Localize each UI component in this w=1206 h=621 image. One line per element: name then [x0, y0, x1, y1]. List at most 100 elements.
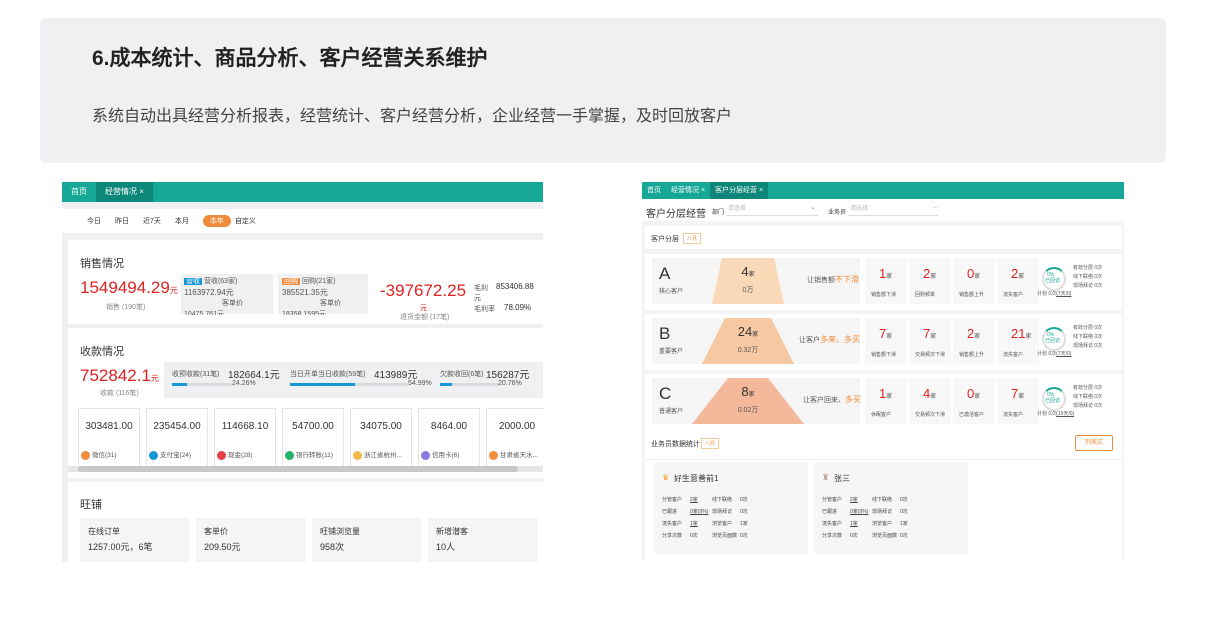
- segment-stat-value: 1家: [879, 386, 893, 401]
- segment-stat-value: 21家: [1011, 326, 1032, 341]
- segment-stat-value: 2家: [923, 266, 937, 281]
- shop-stat-label: 新增潜客: [436, 527, 468, 536]
- segment-stat-value: 2家: [967, 326, 981, 341]
- payment-label: 微信(31): [81, 449, 117, 460]
- segment-row: C 普通客户 8家 0.02万 让客户回来、多买 1家 休眠客户 4家 交易频次下滑 0家 已激活客…: [645, 374, 1122, 430]
- plan-text: 计划 0次(7天/0): [1037, 291, 1072, 297]
- staff-stat-row: 流失客户 1家 浏览客户 1家: [822, 521, 908, 527]
- plan-text: 计划 0次(7天/0): [1037, 351, 1072, 357]
- segment-amount: 0.32万: [737, 347, 759, 354]
- segment-letter: A: [659, 264, 671, 283]
- payment-card[interactable]: 2000.00 甘肃省天水...: [486, 408, 543, 468]
- payment-card[interactable]: 114668.10 现金(28): [214, 408, 276, 468]
- customer-segment-screen: 首页 经营情况 × 客户分层经营 × 客户分层经营 部门 请选择 ⌄ 业务员 请…: [642, 182, 1124, 560]
- tab-business-right[interactable]: 经营情况 ×: [666, 182, 710, 199]
- staff-name: 张三: [834, 474, 850, 483]
- tab-business[interactable]: 经营情况 ×: [96, 182, 153, 202]
- plan-link[interactable]: (7天/0): [1056, 291, 1071, 297]
- segment-stat-label: 销售额下滑: [871, 292, 897, 298]
- segment-stat[interactable]: 7家交易频次下滑: [909, 318, 951, 364]
- segment-stat[interactable]: 21家 流失客户: [997, 318, 1039, 364]
- filter-custom[interactable]: 自定义: [235, 216, 256, 226]
- segment-stat-label: 休眠客户: [871, 412, 892, 418]
- segment-stat-value: 7家: [879, 326, 893, 341]
- payment-method-icon: [81, 450, 90, 460]
- segment-stat[interactable]: 4家 交易频次下滑: [909, 378, 951, 424]
- segment-stat[interactable]: 2家回购频率: [909, 258, 951, 304]
- segment-stat[interactable]: 0家销售额上升: [953, 258, 995, 304]
- filter-month[interactable]: 本月: [175, 216, 189, 226]
- filter-yesterday[interactable]: 昨日: [115, 216, 129, 226]
- segment-stat-value: 1家: [879, 266, 893, 281]
- prepay-progress: [172, 383, 232, 386]
- horizontal-scrollbar[interactable]: [68, 466, 543, 472]
- payment-card[interactable]: 34075.00 浙江省杭州...: [350, 408, 412, 468]
- page-title: 客户分层经营: [646, 209, 706, 220]
- segment-stat[interactable]: 1家销售额下滑: [865, 258, 907, 304]
- payment-card[interactable]: 303481.00 微信(31): [78, 408, 140, 468]
- gross-profit: 853406.88: [496, 282, 534, 291]
- staff-card: ♜ 张三 分管客户 2家 线下联络 0次 已跟进 0家(0%) 现场拜访 0次 流失客户 1家 浏览客户…: [814, 462, 968, 554]
- plan-text: 计划 0次(15天/0): [1037, 411, 1075, 417]
- segment-stat[interactable]: 7家 销售额下滑: [865, 318, 907, 364]
- payment-label: 浙江省杭州...: [353, 449, 402, 460]
- payment-card[interactable]: 54700.00 银行转账(11): [282, 408, 344, 468]
- filter-7days[interactable]: 近7天: [143, 216, 161, 226]
- shop-stat: 新增潜客 10人: [428, 518, 538, 562]
- segment-stat-value: 7家: [923, 326, 937, 341]
- segment-stat-label: 回购频率: [915, 292, 936, 298]
- segment-stat[interactable]: 2家 销售额上升: [953, 318, 995, 364]
- list-view-button[interactable]: 列表式: [1075, 435, 1113, 451]
- shop-stat-label: 在线订单: [88, 527, 120, 536]
- shop-stat-value: 958次: [320, 542, 345, 552]
- filter-today[interactable]: 今日: [87, 216, 101, 226]
- business-overview-screen: 首页 经营情况 × 今日 昨日 近7天 本月 本年 自定义 销售情况 15494…: [62, 182, 543, 562]
- banner-description: 系统自动出具经营分析报表，经营统计、客户经营分析，企业经营一手掌握，及时回放客户: [92, 108, 733, 125]
- dept-select[interactable]: 请选择: [726, 203, 818, 216]
- segment-stat-value: 4家: [923, 386, 937, 401]
- tab-home-right[interactable]: 首页: [642, 182, 666, 199]
- tab-segment[interactable]: 客户分层经营 ×: [710, 182, 769, 199]
- segment-row: A 核心客户 4家 0万 让销售额不下滑 1家 销售额下滑 2家 回购频率 0家 销售额上升 2家 流失…: [645, 254, 1122, 310]
- sales-card: 销售情况 1549494.29元 销售 (190笔) 营收 营收(63家) 11…: [68, 240, 543, 324]
- medal-icon: ♛: [662, 473, 670, 482]
- staff-stat-row: 已跟进 0家(0%) 现场拜访 0次: [822, 509, 908, 515]
- collection-amount: 752842.1元: [80, 366, 159, 385]
- segment-letter: B: [659, 324, 671, 343]
- filter-year[interactable]: 本年: [202, 215, 231, 227]
- segment-stat-value: 2家: [1011, 266, 1025, 281]
- segment-stat-label: 流失客户: [1003, 412, 1024, 418]
- segment-stat[interactable]: 0家 已激活客户: [953, 378, 995, 424]
- segment-stat[interactable]: 1家休眠客户: [865, 378, 907, 424]
- payment-amount: 303481.00: [85, 421, 133, 432]
- staff-select[interactable]: 请选择: [848, 203, 938, 216]
- segment-stat-label: 交易频次下滑: [915, 352, 946, 358]
- collection-title: 收款情况: [80, 346, 124, 358]
- payment-card[interactable]: 8464.00 信用卡(6): [418, 408, 480, 468]
- more-icon[interactable]: …: [932, 203, 939, 210]
- payment-label: 现金(28): [217, 449, 253, 460]
- payment-method-icon: [489, 450, 498, 460]
- refund-count: 退货金额 (17笔): [400, 314, 450, 321]
- plan-link[interactable]: (7天/0): [1056, 351, 1071, 357]
- payment-card[interactable]: 235454.00 支付宝(24): [146, 408, 208, 468]
- medal-icon: ♜: [822, 473, 830, 482]
- shop-title: 旺铺: [80, 499, 102, 511]
- chevron-down-icon[interactable]: ⌄: [810, 203, 816, 211]
- sales-amount: 1549494.29元: [80, 278, 178, 297]
- tab-bar: 首页 经营情况 ×: [62, 182, 543, 202]
- staff-name: 好生意善前1: [674, 474, 719, 483]
- segment-stat-value: 0家: [967, 266, 981, 281]
- shop-stat: 在线订单 1257.00元，6笔: [80, 518, 190, 562]
- filter-bar: 客户分层经营 部门 请选择 ⌄ 业务员 请选择 …: [642, 199, 1124, 221]
- refund-amount: -397672.25: [380, 281, 467, 300]
- sameday-value: 413989元: [374, 370, 418, 381]
- segment-stat[interactable]: 2家 流失客户: [997, 258, 1039, 304]
- shop-stat-value: 209.50元: [204, 542, 241, 552]
- segment-stat[interactable]: 7家 流失客户: [997, 378, 1039, 424]
- staff-stat-row: 流失客户 1家 浏览客户 1家: [662, 521, 748, 527]
- feature-banner: 6.成本统计、商品分析、客户经营关系维护 系统自动出具经营分析报表，经营统计、客…: [40, 18, 1166, 163]
- segment-stat-label: 销售额上升: [959, 292, 985, 298]
- tab-home[interactable]: 首页: [62, 182, 96, 202]
- plan-link[interactable]: (15天/0): [1056, 411, 1074, 417]
